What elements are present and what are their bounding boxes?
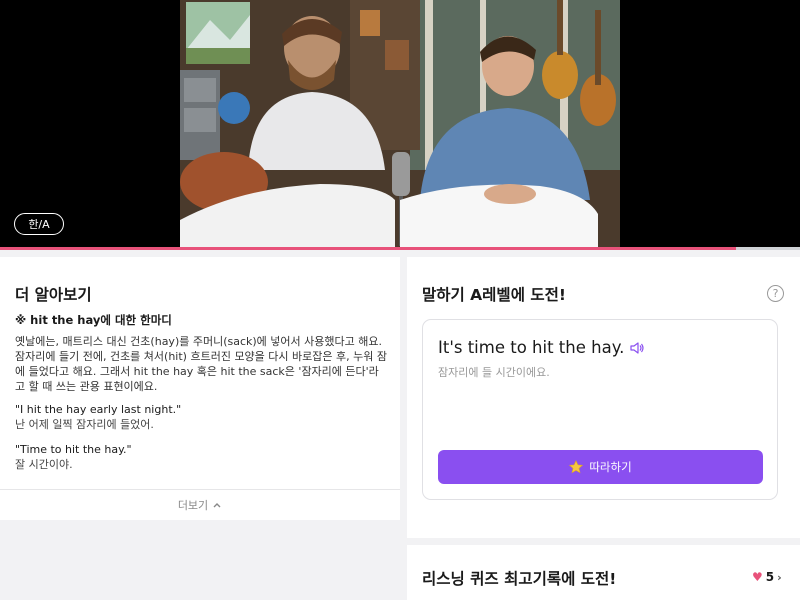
chevron-up-icon bbox=[213, 503, 221, 508]
target-sentence: It's time to hit the hay. bbox=[438, 338, 625, 357]
quiz-score-link[interactable]: ♥ 5 › bbox=[752, 570, 782, 584]
sentence-translation: 잠자리에 들 시간이에요. bbox=[438, 366, 550, 379]
video-progress-bar[interactable] bbox=[0, 247, 800, 250]
learn-more-title: 더 알아보기 bbox=[15, 286, 92, 304]
video-player[interactable]: 한/A bbox=[0, 0, 800, 247]
sentence-card: It's time to hit the hay. 잠자리에 들 시간이에요. … bbox=[422, 319, 778, 500]
show-more-button[interactable]: 더보기 bbox=[0, 490, 400, 520]
follow-along-button[interactable]: 따라하기 bbox=[438, 450, 763, 484]
learn-more-panel: 더 알아보기 ※ hit the hay에 대한 한마디 옛날에는, 매트리스 … bbox=[0, 257, 400, 520]
heart-icon: ♥ bbox=[752, 570, 763, 584]
speaker-icon[interactable] bbox=[629, 340, 645, 356]
example-korean: 난 어제 일찍 잠자리에 들었어. bbox=[15, 418, 154, 431]
expression-heading: ※ hit the hay에 대한 한마디 bbox=[15, 313, 172, 327]
star-icon bbox=[569, 460, 584, 474]
example-sentence: "I hit the hay early last night." 난 어제 일… bbox=[15, 402, 181, 432]
video-progress-fill bbox=[0, 247, 736, 250]
speaking-title: 말하기 A레벨에 도전! bbox=[422, 286, 566, 304]
example-korean: 잘 시간이야. bbox=[15, 458, 73, 471]
example-english: "Time to hit the hay." bbox=[15, 443, 132, 456]
help-icon[interactable]: ? bbox=[767, 285, 784, 302]
example-english: "I hit the hay early last night." bbox=[15, 403, 182, 416]
example-sentence: "Time to hit the hay." 잘 시간이야. bbox=[15, 442, 132, 472]
video-frame[interactable] bbox=[180, 0, 620, 247]
follow-along-label: 따라하기 bbox=[589, 462, 632, 474]
language-toggle-button[interactable]: 한/A bbox=[14, 213, 64, 235]
sentence-row: It's time to hit the hay. bbox=[438, 338, 645, 357]
chevron-right-icon: › bbox=[777, 570, 782, 584]
listening-quiz-row[interactable]: 리스닝 퀴즈 최고기록에 도전! ♥ 5 › bbox=[407, 545, 800, 600]
quiz-score-value: 5 bbox=[765, 570, 775, 584]
quiz-title: 리스닝 퀴즈 최고기록에 도전! bbox=[422, 570, 617, 588]
video-scene-image bbox=[180, 0, 620, 247]
show-more-label: 더보기 bbox=[177, 499, 209, 512]
speaking-challenge-panel: 말하기 A레벨에 도전! ? It's time to hit the hay.… bbox=[407, 257, 800, 538]
expression-description: 옛날에는, 매트리스 대신 건초(hay)를 주머니(sack)에 넣어서 사용… bbox=[15, 335, 387, 393]
